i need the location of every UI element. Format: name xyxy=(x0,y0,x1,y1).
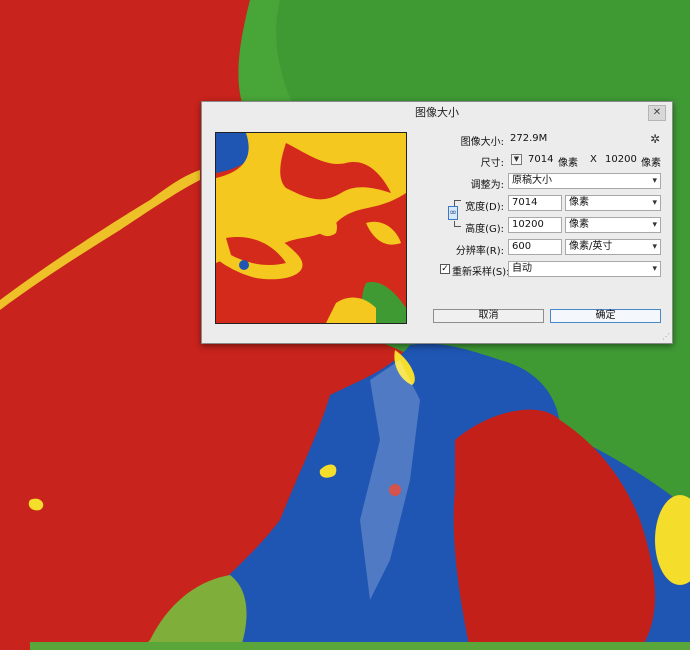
fit-to-label: 调整为: xyxy=(470,180,504,191)
bottom-strip xyxy=(30,642,690,650)
dimensions-width: 7014 xyxy=(528,154,554,165)
width-value: 7014 xyxy=(512,197,538,208)
resolution-input[interactable]: 600 xyxy=(508,239,562,255)
preview-thumbnail xyxy=(216,133,406,323)
gear-icon[interactable]: ✲ xyxy=(650,132,660,146)
resample-label: 重新采样(S): xyxy=(452,267,510,278)
chevron-down-icon: ▾ xyxy=(652,264,657,274)
width-input[interactable]: 7014 xyxy=(508,195,562,211)
height-value: 10200 xyxy=(512,219,544,230)
ok-label: 确定 xyxy=(595,310,616,321)
fit-to-value: 原稿大小 xyxy=(512,175,552,186)
close-button[interactable]: ✕ xyxy=(648,105,666,121)
width-label: 宽度(D): xyxy=(465,202,504,213)
image-size-value: 272.9M xyxy=(510,133,548,144)
image-preview[interactable] xyxy=(215,132,407,324)
chevron-down-icon: ▾ xyxy=(652,242,657,252)
height-unit-select[interactable]: 像素 ▾ xyxy=(565,217,661,233)
fit-to-select[interactable]: 原稿大小 ▾ xyxy=(508,173,661,189)
cancel-label: 取消 xyxy=(478,310,499,321)
image-size-dialog: 图像大小 ✕ ✲ 图像大小: 272.9M 尺寸: ▼ 7014 像素 X 10… xyxy=(201,101,673,344)
dialog-title: 图像大小 xyxy=(415,106,459,119)
cancel-button[interactable]: 取消 xyxy=(433,309,544,323)
checkmark-icon: ✓ xyxy=(441,264,449,274)
resample-select[interactable]: 自动 ▾ xyxy=(508,261,661,277)
chevron-down-icon: ▾ xyxy=(652,176,657,186)
dialog-titlebar[interactable]: 图像大小 ✕ xyxy=(202,102,672,124)
dimensions-height: 10200 xyxy=(605,154,637,165)
height-input[interactable]: 10200 xyxy=(508,217,562,233)
width-unit-select[interactable]: 像素 ▾ xyxy=(565,195,661,211)
resample-checkbox[interactable]: ✓ xyxy=(440,264,450,274)
resample-value: 自动 xyxy=(512,263,532,274)
width-unit-value: 像素 xyxy=(569,197,589,208)
resolution-value: 600 xyxy=(512,241,532,252)
dimensions-label: 尺寸: xyxy=(480,158,504,169)
dimensions-sep: X xyxy=(590,154,597,165)
dimensions-unit-dropdown[interactable]: ▼ xyxy=(511,154,522,165)
chevron-down-icon: ▾ xyxy=(652,220,657,230)
resolution-unit-select[interactable]: 像素/英寸 ▾ xyxy=(565,239,661,255)
resolution-label: 分辨率(R): xyxy=(455,246,504,257)
dimensions-unit2: 像素 xyxy=(641,158,661,169)
close-icon: ✕ xyxy=(652,107,662,118)
height-unit-value: 像素 xyxy=(569,219,589,230)
resolution-unit-value: 像素/英寸 xyxy=(569,241,613,252)
resize-grip-icon[interactable]: ⋰ xyxy=(662,332,670,341)
dimensions-unit1: 像素 xyxy=(558,158,578,169)
height-label: 高度(G): xyxy=(465,224,504,235)
chevron-down-icon: ▾ xyxy=(652,198,657,208)
ok-button[interactable]: 确定 xyxy=(550,309,661,323)
image-size-label: 图像大小: xyxy=(460,137,504,148)
